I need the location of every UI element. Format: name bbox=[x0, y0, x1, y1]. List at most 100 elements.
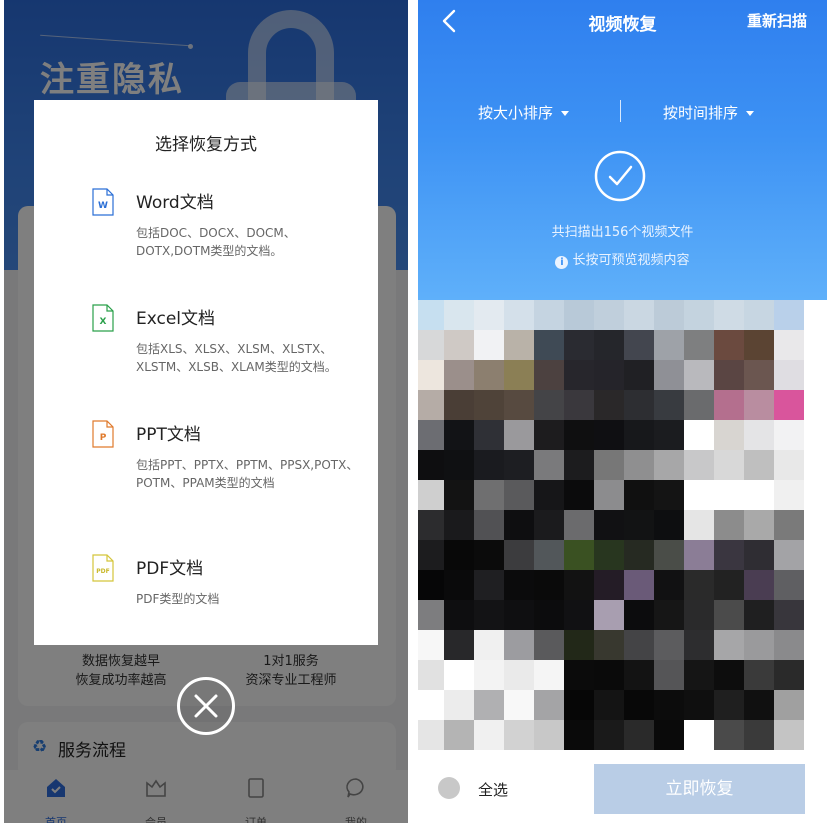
video-thumbnail-tile[interactable] bbox=[594, 540, 624, 570]
video-thumbnail-tile[interactable] bbox=[624, 450, 654, 480]
video-thumbnail-tile[interactable] bbox=[444, 330, 474, 360]
video-thumbnail-tile[interactable] bbox=[444, 600, 474, 630]
video-thumbnail-tile[interactable] bbox=[534, 630, 564, 660]
video-thumbnail-tile[interactable] bbox=[714, 480, 744, 510]
video-thumbnail-tile[interactable] bbox=[714, 360, 744, 390]
video-thumbnail-tile[interactable] bbox=[444, 630, 474, 660]
video-thumbnail-tile[interactable] bbox=[684, 600, 714, 630]
video-thumbnail-tile[interactable] bbox=[654, 480, 684, 510]
video-thumbnail-tile[interactable] bbox=[624, 390, 654, 420]
video-thumbnail-tile[interactable] bbox=[654, 390, 684, 420]
video-thumbnail-tile[interactable] bbox=[444, 480, 474, 510]
video-thumbnail-tile[interactable] bbox=[744, 330, 774, 360]
video-thumbnail-tile[interactable] bbox=[564, 660, 594, 690]
video-thumbnail-tile[interactable] bbox=[774, 330, 804, 360]
video-thumbnail-tile[interactable] bbox=[504, 660, 534, 690]
video-thumbnail-tile[interactable] bbox=[474, 690, 504, 720]
close-dialog-button[interactable] bbox=[177, 677, 235, 735]
video-thumbnail-tile[interactable] bbox=[474, 720, 504, 750]
video-thumbnail-tile[interactable] bbox=[744, 660, 774, 690]
video-thumbnail-tile[interactable] bbox=[744, 360, 774, 390]
video-thumbnail-tile[interactable] bbox=[654, 450, 684, 480]
video-thumbnail-tile[interactable] bbox=[594, 510, 624, 540]
video-thumbnail-tile[interactable] bbox=[418, 510, 444, 540]
video-thumbnail-tile[interactable] bbox=[444, 300, 474, 330]
video-thumbnail-tile[interactable] bbox=[654, 630, 684, 660]
video-thumbnail-tile[interactable] bbox=[504, 720, 534, 750]
video-thumbnail-tile[interactable] bbox=[774, 480, 804, 510]
video-thumbnail-tile[interactable] bbox=[684, 720, 714, 750]
video-thumbnail-tile[interactable] bbox=[564, 360, 594, 390]
video-thumbnail-tile[interactable] bbox=[564, 570, 594, 600]
video-thumbnail-tile[interactable] bbox=[444, 540, 474, 570]
video-thumbnail-tile[interactable] bbox=[474, 390, 504, 420]
video-thumbnail-tile[interactable] bbox=[444, 570, 474, 600]
video-thumbnail-tile[interactable] bbox=[684, 420, 714, 450]
video-thumbnail-tile[interactable] bbox=[418, 300, 444, 330]
video-thumbnail-tile[interactable] bbox=[774, 420, 804, 450]
video-thumbnail-tile[interactable] bbox=[654, 330, 684, 360]
select-all-radio[interactable] bbox=[438, 777, 460, 799]
video-thumbnail-tile[interactable] bbox=[504, 510, 534, 540]
video-thumbnail-tile[interactable] bbox=[444, 660, 474, 690]
video-thumbnail-tile[interactable] bbox=[714, 510, 744, 540]
rescan-button[interactable]: 重新扫描 bbox=[747, 10, 807, 31]
video-thumbnail-tile[interactable] bbox=[444, 420, 474, 450]
video-thumbnail-tile[interactable] bbox=[624, 480, 654, 510]
video-thumbnail-tile[interactable] bbox=[504, 330, 534, 360]
video-thumbnail-tile[interactable] bbox=[534, 450, 564, 480]
video-thumbnail-tile[interactable] bbox=[474, 570, 504, 600]
video-thumbnail-tile[interactable] bbox=[654, 360, 684, 390]
video-thumbnail-tile[interactable] bbox=[624, 360, 654, 390]
video-thumbnail-tile[interactable] bbox=[418, 360, 444, 390]
video-thumbnail-tile[interactable] bbox=[774, 300, 804, 330]
video-thumbnail-tile[interactable] bbox=[624, 330, 654, 360]
video-thumbnail-tile[interactable] bbox=[714, 720, 744, 750]
video-thumbnail-tile[interactable] bbox=[654, 600, 684, 630]
video-thumbnail-tile[interactable] bbox=[684, 690, 714, 720]
video-thumbnail-tile[interactable] bbox=[504, 300, 534, 330]
video-thumbnail-tile[interactable] bbox=[684, 390, 714, 420]
video-thumbnail-grid[interactable] bbox=[418, 300, 804, 750]
video-thumbnail-tile[interactable] bbox=[474, 420, 504, 450]
video-thumbnail-tile[interactable] bbox=[624, 630, 654, 660]
video-thumbnail-tile[interactable] bbox=[534, 720, 564, 750]
video-thumbnail-tile[interactable] bbox=[654, 720, 684, 750]
video-thumbnail-tile[interactable] bbox=[418, 630, 444, 660]
video-thumbnail-tile[interactable] bbox=[594, 330, 624, 360]
sort-by-size[interactable]: 按大小排序 bbox=[478, 102, 570, 123]
video-thumbnail-tile[interactable] bbox=[744, 720, 774, 750]
video-thumbnail-tile[interactable] bbox=[714, 660, 744, 690]
video-thumbnail-tile[interactable] bbox=[744, 690, 774, 720]
video-thumbnail-tile[interactable] bbox=[774, 360, 804, 390]
video-thumbnail-tile[interactable] bbox=[594, 360, 624, 390]
video-thumbnail-tile[interactable] bbox=[684, 660, 714, 690]
video-thumbnail-tile[interactable] bbox=[774, 720, 804, 750]
video-thumbnail-tile[interactable] bbox=[594, 690, 624, 720]
video-thumbnail-tile[interactable] bbox=[418, 660, 444, 690]
video-thumbnail-tile[interactable] bbox=[474, 600, 504, 630]
video-thumbnail-tile[interactable] bbox=[418, 450, 444, 480]
video-thumbnail-tile[interactable] bbox=[474, 360, 504, 390]
video-thumbnail-tile[interactable] bbox=[714, 450, 744, 480]
video-thumbnail-tile[interactable] bbox=[654, 420, 684, 450]
video-thumbnail-tile[interactable] bbox=[504, 450, 534, 480]
video-thumbnail-tile[interactable] bbox=[474, 510, 504, 540]
video-thumbnail-tile[interactable] bbox=[534, 420, 564, 450]
video-thumbnail-tile[interactable] bbox=[714, 600, 744, 630]
video-thumbnail-tile[interactable] bbox=[744, 570, 774, 600]
video-thumbnail-tile[interactable] bbox=[504, 570, 534, 600]
video-thumbnail-tile[interactable] bbox=[534, 360, 564, 390]
video-thumbnail-tile[interactable] bbox=[418, 390, 444, 420]
video-thumbnail-tile[interactable] bbox=[444, 390, 474, 420]
video-thumbnail-tile[interactable] bbox=[534, 330, 564, 360]
video-thumbnail-tile[interactable] bbox=[654, 300, 684, 330]
video-thumbnail-tile[interactable] bbox=[714, 540, 744, 570]
video-thumbnail-tile[interactable] bbox=[534, 570, 564, 600]
video-thumbnail-tile[interactable] bbox=[564, 390, 594, 420]
video-thumbnail-tile[interactable] bbox=[564, 510, 594, 540]
video-thumbnail-tile[interactable] bbox=[684, 570, 714, 600]
sort-by-time[interactable]: 按时间排序 bbox=[663, 102, 755, 123]
video-thumbnail-tile[interactable] bbox=[744, 420, 774, 450]
video-thumbnail-tile[interactable] bbox=[534, 600, 564, 630]
